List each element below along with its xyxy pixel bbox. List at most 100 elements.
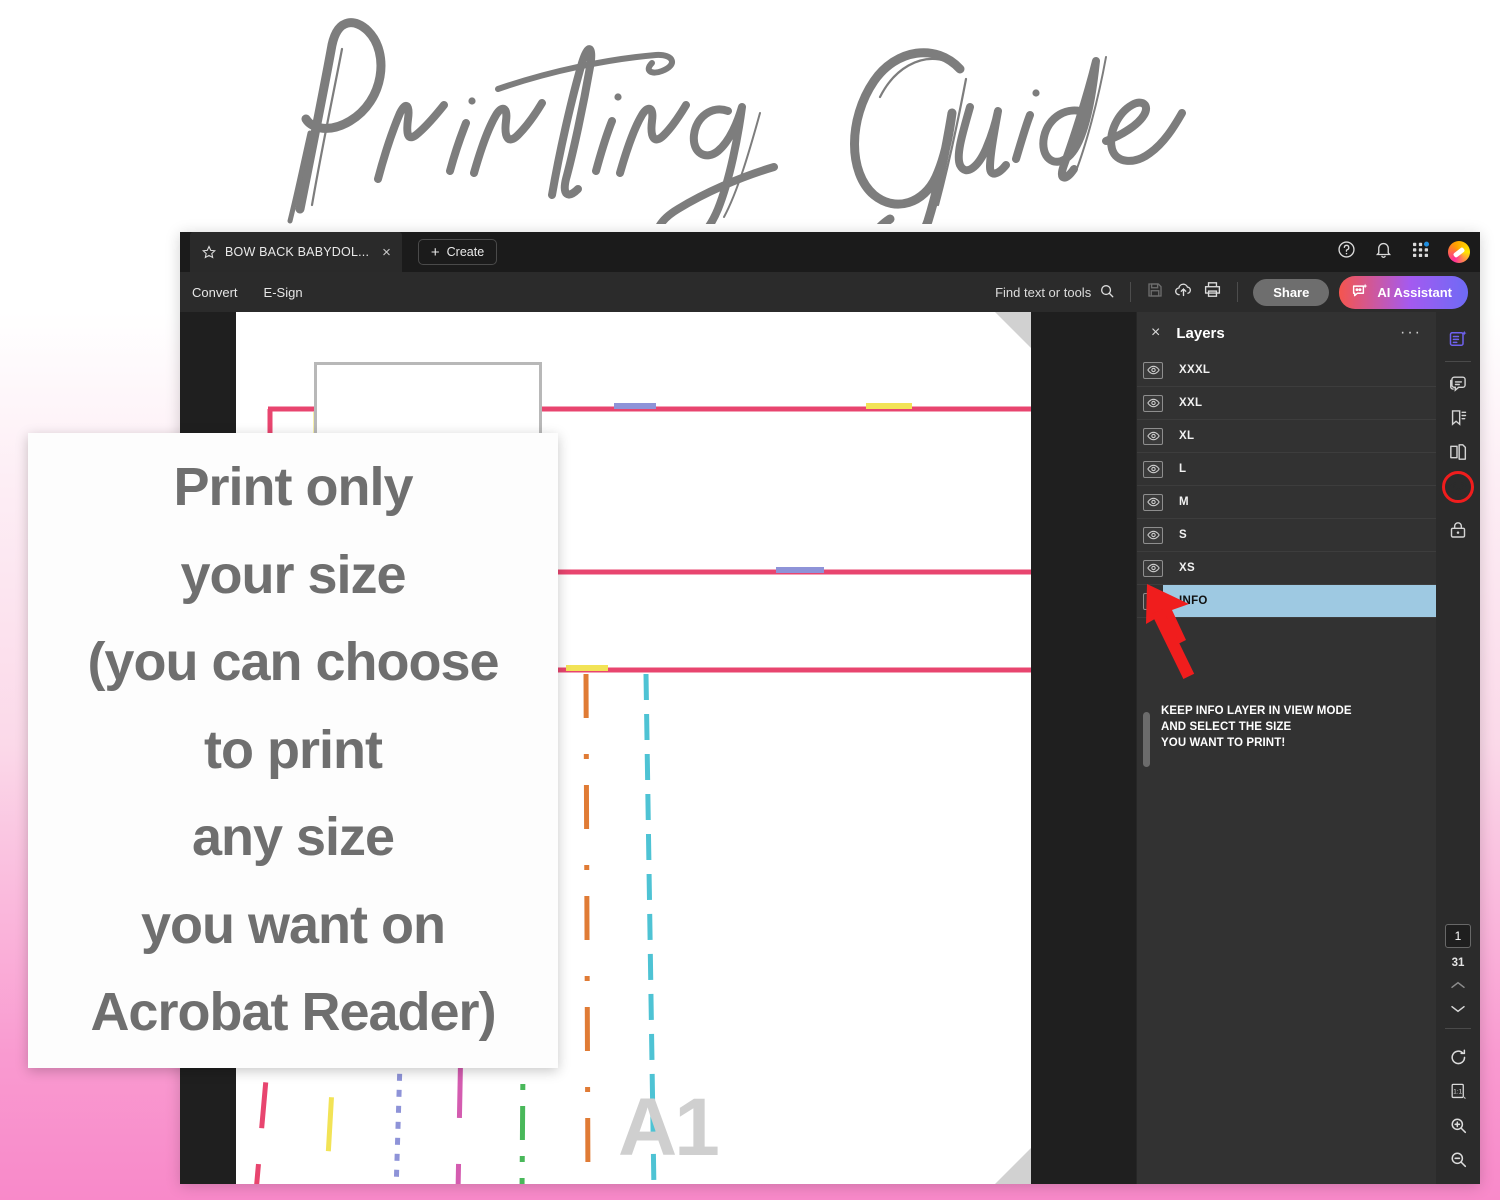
layer-label: XXXL [1179, 364, 1211, 376]
chevron-down-icon[interactable] [1450, 1002, 1466, 1017]
fit-one-to-one-icon[interactable]: 1:1 [1443, 1074, 1473, 1108]
divider [1445, 361, 1471, 362]
eye-icon[interactable] [1143, 559, 1163, 577]
callout-line-1: Print only [173, 457, 413, 518]
layer-body[interactable]: S [1163, 519, 1436, 551]
layer-body[interactable]: M [1163, 486, 1436, 518]
more-options-icon[interactable]: ··· [1400, 324, 1422, 342]
titlebar-actions [1337, 232, 1470, 272]
rotate-icon[interactable] [1443, 1040, 1473, 1074]
eye-icon[interactable] [1143, 427, 1163, 445]
callout-line-3: (you can choose [87, 632, 499, 693]
protect-lock-icon[interactable] [1443, 513, 1473, 547]
previous-page-arrow[interactable] [995, 312, 1031, 348]
callout-line-7: Acrobat Reader) [90, 982, 496, 1043]
annotation-line-3: YOU WANT TO PRINT! [1161, 736, 1286, 749]
eye-icon[interactable] [1143, 526, 1163, 544]
layers-annotation-text: KEEP INFO LAYER IN VIEW MODE AND SELECT … [1161, 704, 1421, 752]
total-pages-label: 31 [1451, 957, 1465, 969]
printing-guide-script-logo [287, 17, 1186, 224]
layer-row[interactable]: XXXL [1137, 354, 1436, 387]
user-avatar[interactable] [1448, 241, 1470, 263]
close-icon[interactable]: × [382, 245, 391, 260]
layer-body[interactable]: XXXL [1163, 354, 1436, 386]
app-grid-icon[interactable] [1411, 240, 1430, 264]
layer-row[interactable]: XS [1137, 552, 1436, 585]
print-icon[interactable] [1203, 280, 1222, 304]
panel-scrollbar[interactable] [1143, 712, 1150, 767]
ai-sparkle-icon [1351, 282, 1369, 303]
share-button[interactable]: Share [1253, 278, 1330, 306]
chevron-up-icon[interactable] [1450, 978, 1466, 993]
tab-title: BOW BACK BABYDOL... [225, 245, 370, 259]
layers-panel-header: × Layers ··· [1137, 312, 1436, 354]
toolbar-actions: Find text or tools Share AI Assistant [995, 272, 1468, 312]
layer-label: XL [1179, 430, 1195, 442]
window-titlebar: BOW BACK BABYDOL... × + Create [180, 232, 1480, 272]
layer-row[interactable]: S [1137, 519, 1436, 552]
svg-text:1:1: 1:1 [1453, 1088, 1462, 1095]
callout-line-6: you want on [141, 894, 446, 955]
callout-line-5: any size [191, 807, 395, 868]
next-page-arrow[interactable] [995, 1148, 1031, 1184]
right-tool-rail: 1 31 1:1 [1436, 312, 1480, 1184]
callout-text: Print only your size (you can choose to … [87, 444, 499, 1056]
callout-line-4: to print [204, 719, 383, 780]
rail-bottom-controls: 1 31 1:1 [1436, 924, 1480, 1176]
cloud-upload-icon[interactable] [1174, 280, 1193, 304]
edit-document-icon[interactable] [1443, 322, 1473, 356]
layers-panel-title: Layers [1176, 324, 1225, 342]
plus-icon: + [430, 243, 440, 261]
layer-body[interactable]: L [1163, 453, 1436, 485]
layer-row[interactable]: XXL [1137, 387, 1436, 420]
layer-row[interactable]: M [1137, 486, 1436, 519]
size-watermark: A1 [618, 1082, 720, 1173]
layer-row[interactable]: L [1137, 453, 1436, 486]
layer-body[interactable]: XS [1163, 552, 1436, 584]
eye-icon[interactable] [1143, 460, 1163, 478]
layer-label: XXL [1179, 397, 1203, 409]
menu-esign[interactable]: E-Sign [264, 285, 303, 300]
annotation-line-2: AND SELECT THE SIZE [1161, 720, 1292, 733]
star-icon[interactable] [202, 245, 216, 259]
layers-icon[interactable] [1442, 471, 1474, 505]
close-icon[interactable]: × [1151, 325, 1160, 341]
save-icon[interactable] [1146, 281, 1164, 304]
layer-row[interactable]: XL [1137, 420, 1436, 453]
layer-label: L [1179, 463, 1187, 475]
document-tab[interactable]: BOW BACK BABYDOL... × [190, 232, 402, 272]
current-page-input[interactable]: 1 [1445, 924, 1471, 948]
divider [1130, 282, 1132, 302]
instruction-callout: Print only your size (you can choose to … [28, 433, 558, 1068]
zoom-in-icon[interactable] [1443, 1108, 1473, 1142]
banner [0, 0, 1500, 232]
layer-body[interactable]: XL [1163, 420, 1436, 452]
comment-icon[interactable] [1443, 367, 1473, 401]
zoom-out-icon[interactable] [1443, 1142, 1473, 1176]
search-icon[interactable] [1099, 283, 1115, 302]
layer-label: XS [1179, 562, 1195, 574]
eye-icon[interactable] [1143, 394, 1163, 412]
layer-row-info[interactable]: INFO [1137, 585, 1436, 618]
eye-icon[interactable] [1143, 361, 1163, 379]
create-label: Create [446, 245, 485, 259]
bell-icon[interactable] [1374, 240, 1393, 264]
find-label: Find text or tools [995, 284, 1092, 300]
layer-label: M [1179, 496, 1189, 508]
eye-icon[interactable] [1143, 493, 1163, 511]
ai-assistant-button[interactable]: AI Assistant [1339, 275, 1468, 309]
layer-body[interactable]: INFO [1163, 585, 1436, 617]
help-circle-icon[interactable] [1337, 240, 1356, 264]
eye-icon[interactable] [1143, 592, 1163, 610]
main-toolbar: Convert E-Sign Find text or tools Share [180, 272, 1480, 312]
divider [1445, 1028, 1471, 1029]
menu-convert[interactable]: Convert [192, 285, 238, 300]
layer-label: INFO [1179, 595, 1208, 607]
find-tools-search[interactable]: Find text or tools [995, 283, 1115, 302]
pages-icon[interactable] [1443, 435, 1473, 469]
annotation-line-1: KEEP INFO LAYER IN VIEW MODE [1161, 705, 1352, 717]
layer-body[interactable]: XXL [1163, 387, 1436, 419]
divider [1237, 282, 1239, 302]
bookmark-icon[interactable] [1443, 401, 1473, 435]
create-button[interactable]: + Create [417, 239, 498, 265]
